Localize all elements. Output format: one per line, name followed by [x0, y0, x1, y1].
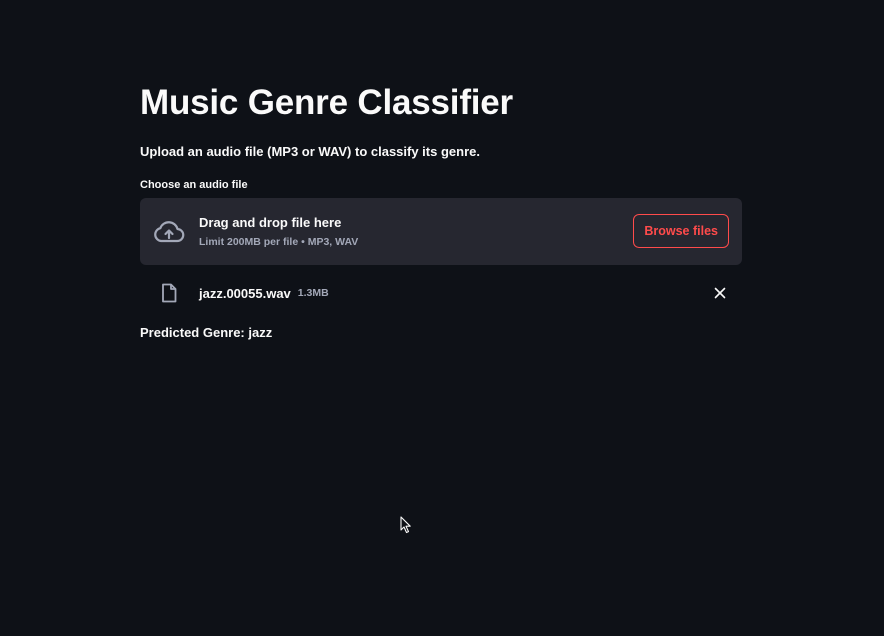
dropzone-instruction: Drag and drop file here — [199, 215, 342, 230]
close-icon — [714, 287, 726, 299]
file-uploader-label: Choose an audio file — [140, 179, 248, 191]
file-icon — [159, 282, 179, 304]
file-dropzone[interactable]: Drag and drop file here Limit 200MB per … — [140, 198, 742, 265]
page-title: Music Genre Classifier — [140, 83, 513, 122]
browse-files-button[interactable]: Browse files — [633, 214, 729, 248]
uploaded-file-item: jazz.00055.wav 1.3MB — [140, 279, 742, 307]
uploaded-file-name: jazz.00055.wav — [199, 285, 291, 301]
dropzone-text: Drag and drop file here Limit 200MB per … — [199, 214, 358, 249]
app-root: Music Genre Classifier Upload an audio f… — [0, 0, 884, 636]
page-subtitle: Upload an audio file (MP3 or WAV) to cla… — [140, 144, 480, 159]
main-content: Music Genre Classifier Upload an audio f… — [140, 80, 742, 342]
cloud-upload-icon — [153, 216, 185, 248]
mouse-cursor-icon — [400, 516, 411, 534]
dropzone-limit: Limit 200MB per file • MP3, WAV — [199, 236, 359, 248]
predicted-genre-text: Predicted Genre: jazz — [140, 325, 273, 340]
remove-file-button[interactable] — [710, 283, 730, 303]
uploaded-file-size: 1.3MB — [297, 287, 329, 299]
